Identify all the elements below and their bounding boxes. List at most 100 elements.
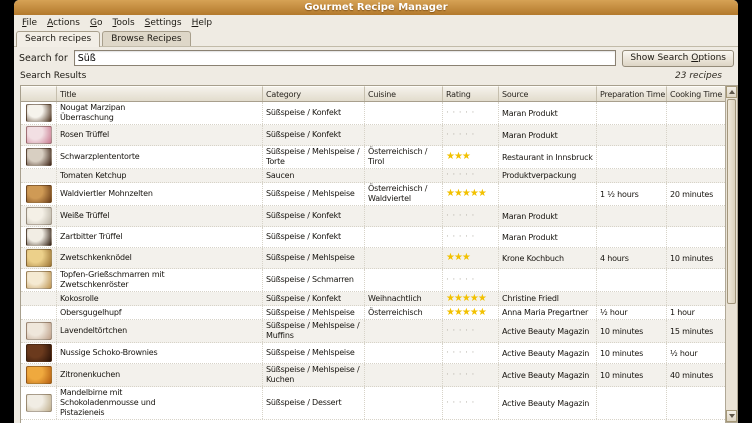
column-header-rating[interactable]: Rating [443,86,499,101]
cell-category: Süßspeise / Mehlspeise [263,248,365,268]
cell-cooking-time: 40 minutes [667,364,725,386]
menu-item-go[interactable]: Go [85,17,108,29]
menu-item-settings[interactable]: Settings [140,17,187,29]
cell-cuisine [365,343,443,363]
cell-category: Süßspeise / Schmarren [263,269,365,291]
recipe-thumbnail [26,394,52,412]
rating-stars: ★★★ [446,253,470,263]
search-results-label: Search Results [20,71,86,81]
rating-empty: ····· [446,399,478,408]
tab-search-recipes[interactable]: Search recipes [16,31,100,47]
cell-preparation-time [597,269,667,291]
cell-cooking-time: 10 minutes [667,248,725,268]
recipe-thumbnail [26,322,52,340]
cell-cuisine [365,125,443,145]
column-header-preparation-time[interactable]: Preparation Time [597,86,667,101]
table-row[interactable]: Weiße TrüffelSüßspeise / Konfekt·····Mar… [21,206,725,227]
scrollbar-thumb[interactable] [727,99,736,304]
cell-cuisine [365,387,443,419]
cell-cooking-time [667,102,725,124]
cell-preparation-time: 4 hours [597,248,667,268]
cell-thumbnail [21,292,57,305]
cell-source: Active Beauty Magazin [499,387,597,419]
table-row[interactable]: ZwetschkenknödelSüßspeise / Mehlspeise★★… [21,248,725,269]
vertical-scrollbar[interactable] [725,85,738,423]
cell-source: Maran Produkt [499,206,597,226]
scroll-up-button[interactable] [726,86,737,98]
column-header-source[interactable]: Source [499,86,597,101]
cell-cuisine [365,248,443,268]
rating-stars: ★★★★★ [446,308,486,318]
cell-thumbnail [21,248,57,268]
cell-category: Süßspeise / Konfekt [263,102,365,124]
table-row[interactable]: Mandelbirne mit Schokoladenmousse und Pi… [21,387,725,420]
column-header-cooking-time[interactable]: Cooking Time [667,86,726,101]
column-header-title[interactable]: Title [57,86,263,101]
cell-category: Süßspeise / Konfekt [263,206,365,226]
cell-rating: ★★★ [443,146,499,168]
cell-preparation-time [597,169,667,182]
table-row[interactable]: SchwarzplententorteSüßspeise / Mehlspeis… [21,146,725,169]
cell-cooking-time [667,146,725,168]
rating-stars: ★★★★★ [446,189,486,199]
scroll-down-button[interactable] [726,410,737,422]
tab-browse-recipes[interactable]: Browse Recipes [102,31,190,46]
table-row[interactable]: Topfen-Grießschmarren mit Zwetschkenröst… [21,269,725,292]
search-input[interactable] [74,50,617,66]
menu-item-tools[interactable]: Tools [107,17,139,29]
cell-title: Kokosrolle [57,292,263,305]
rating-empty: ····· [446,109,478,118]
table-row[interactable]: Waldviertler MohnzeltenSüßspeise / Mehls… [21,183,725,206]
table-row[interactable]: Nussige Schoko-BrowniesSüßspeise / Mehls… [21,343,725,364]
table-row[interactable]: ZitronenkuchenSüßspeise / Mehlspeise / K… [21,364,725,387]
cell-category: Süßspeise / Konfekt [263,125,365,145]
table-row[interactable]: ObersgugelhupfSüßspeise / MehlspeiseÖste… [21,306,725,320]
cell-cooking-time: 15 minutes [667,320,725,342]
titlebar[interactable]: Gourmet Recipe Manager [14,0,738,15]
cell-thumbnail [21,320,57,342]
cell-thumbnail [21,146,57,168]
column-header-category[interactable]: Category [263,86,365,101]
cell-source: Active Beauty Magazin [499,364,597,386]
rating-empty: ····· [446,371,478,380]
column-header-cuisine[interactable]: Cuisine [365,86,443,101]
cell-preparation-time: 10 minutes [597,343,667,363]
table-row[interactable]: Rosen TrüffelSüßspeise / Konfekt·····Mar… [21,125,725,146]
cell-cooking-time: 1 hour [667,306,725,319]
cell-cuisine [365,269,443,291]
show-search-options-button[interactable]: Show Search Options [622,50,734,67]
table-row[interactable]: Nougat Marzipan ÜberraschungSüßspeise / … [21,102,725,125]
rating-stars: ★★★★★ [446,294,486,304]
cell-cuisine [365,102,443,124]
cell-title: Nussige Schoko-Brownies [57,343,263,363]
cell-source: Krone Kochbuch [499,248,597,268]
rating-empty: ····· [446,276,478,285]
rating-empty: ····· [446,349,478,358]
table-row[interactable]: KokosrolleSüßspeise / KonfektWeihnachtli… [21,292,725,306]
table-row[interactable]: Zartbitter TrüffelSüßspeise / Konfekt···… [21,227,725,248]
scroll-down-icon [729,414,735,418]
cell-preparation-time: 10 minutes [597,364,667,386]
recipe-table: TitleCategoryCuisineRatingSourcePreparat… [20,85,726,423]
table-row[interactable]: Tomaten KetchupSaucen·····Produktverpack… [21,169,725,183]
cell-thumbnail [21,206,57,226]
column-header-thumbnail[interactable] [21,86,57,101]
menu-item-help[interactable]: Help [187,17,218,29]
table-row[interactable]: LavendeltörtchenSüßspeise / Mehlspeise /… [21,320,725,343]
cell-preparation-time: 10 minutes [597,320,667,342]
cell-cuisine: Weihnachtlich [365,292,443,305]
menu-item-actions[interactable]: Actions [42,17,85,29]
recipe-thumbnail [26,249,52,267]
cell-source: Anna Maria Pregartner [499,306,597,319]
cell-category: Süßspeise / Konfekt [263,292,365,305]
cell-category: Süßspeise / Mehlspeise [263,343,365,363]
cell-cuisine [365,206,443,226]
menu-item-file[interactable]: File [17,17,42,29]
cell-rating: ····· [443,125,499,145]
cell-rating: ★★★★★ [443,306,499,319]
cell-thumbnail [21,227,57,247]
scroll-up-icon [729,90,735,94]
cell-rating: ····· [443,269,499,291]
table-body: Nougat Marzipan ÜberraschungSüßspeise / … [21,102,725,423]
cell-rating: ····· [443,343,499,363]
